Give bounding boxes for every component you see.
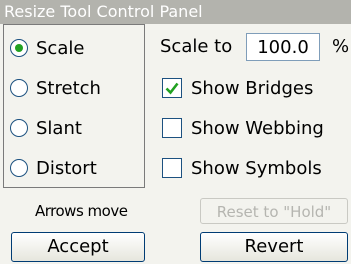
revert-button[interactable]: Revert bbox=[200, 232, 348, 262]
checkbox-show-bridges[interactable]: Show Bridges bbox=[162, 73, 313, 103]
radio-stretch[interactable]: Stretch bbox=[10, 73, 101, 103]
radio-slant-label: Slant bbox=[36, 117, 82, 139]
radio-distort-label: Distort bbox=[36, 157, 97, 179]
radio-button-icon[interactable] bbox=[10, 159, 28, 177]
arrows-move-hint: Arrows move bbox=[35, 202, 128, 220]
scale-to-label: Scale to bbox=[160, 36, 233, 57]
radio-slant[interactable]: Slant bbox=[10, 113, 82, 143]
panel-title: Resize Tool Control Panel bbox=[0, 0, 351, 24]
show-bridges-label: Show Bridges bbox=[191, 77, 314, 99]
scale-percent-input[interactable] bbox=[246, 33, 320, 61]
radio-stretch-label: Stretch bbox=[36, 77, 101, 99]
show-webbing-label: Show Webbing bbox=[191, 117, 324, 139]
radio-button-icon[interactable] bbox=[10, 119, 28, 137]
checkmark-icon bbox=[165, 82, 179, 95]
checkbox-box[interactable] bbox=[162, 78, 182, 98]
radio-distort[interactable]: Distort bbox=[10, 153, 97, 183]
checkbox-show-webbing[interactable]: Show Webbing bbox=[162, 113, 324, 143]
reset-to-hold-button[interactable]: Reset to "Hold" bbox=[200, 198, 348, 224]
radio-scale[interactable]: Scale bbox=[10, 33, 84, 63]
show-symbols-label: Show Symbols bbox=[191, 157, 322, 179]
radio-scale-label: Scale bbox=[36, 37, 85, 59]
checkbox-box[interactable] bbox=[162, 158, 182, 178]
radio-button-icon[interactable] bbox=[10, 79, 28, 97]
checkbox-box[interactable] bbox=[162, 118, 182, 138]
radio-button-icon[interactable] bbox=[10, 39, 28, 57]
checkbox-show-symbols[interactable]: Show Symbols bbox=[162, 153, 322, 183]
percent-unit-label: % bbox=[332, 36, 350, 57]
accept-button[interactable]: Accept bbox=[11, 232, 145, 262]
radio-selected-dot-icon bbox=[15, 44, 23, 52]
